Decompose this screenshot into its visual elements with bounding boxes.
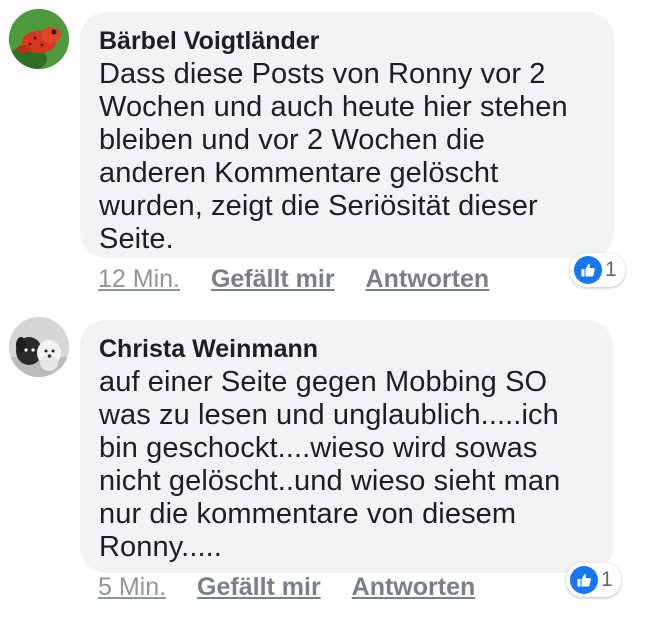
like-icon — [570, 566, 598, 594]
comment-text: Dass diese Posts von Ronny vor 2 Wochen … — [99, 58, 568, 255]
reaction-count: 1 — [605, 258, 617, 281]
comment-text: auf einer Seite gegen Mobbing SO was zu … — [99, 366, 561, 563]
like-button[interactable]: Gefällt mir — [211, 264, 335, 294]
dogs-icon — [9, 317, 69, 377]
comment-actions: 12 Min. Gefällt mir Antworten — [98, 264, 513, 294]
like-icon — [574, 256, 602, 284]
author-name[interactable]: Bärbel Voigtländer — [99, 26, 594, 56]
comment: Christa Weinmann auf einer Seite gegen M… — [0, 308, 664, 617]
reaction-badge[interactable]: 1 — [566, 563, 621, 597]
comment: Bärbel Voigtländer Dass diese Posts von … — [0, 0, 664, 300]
timestamp-link[interactable]: 12 Min. — [98, 264, 180, 294]
frog-icon — [9, 9, 69, 69]
reaction-count: 1 — [601, 568, 613, 591]
timestamp-link[interactable]: 5 Min. — [98, 572, 166, 602]
comment-bubble: Bärbel Voigtländer Dass diese Posts von … — [80, 12, 614, 258]
reply-button[interactable]: Antworten — [352, 572, 476, 602]
author-name[interactable]: Christa Weinmann — [99, 334, 593, 364]
avatar[interactable] — [9, 317, 69, 377]
reaction-badge[interactable]: 1 — [570, 253, 625, 287]
comment-actions: 5 Min. Gefällt mir Antworten — [98, 572, 499, 602]
like-button[interactable]: Gefällt mir — [197, 572, 321, 602]
reply-button[interactable]: Antworten — [366, 264, 490, 294]
comment-bubble: Christa Weinmann auf einer Seite gegen M… — [80, 320, 613, 573]
avatar[interactable] — [9, 9, 69, 69]
